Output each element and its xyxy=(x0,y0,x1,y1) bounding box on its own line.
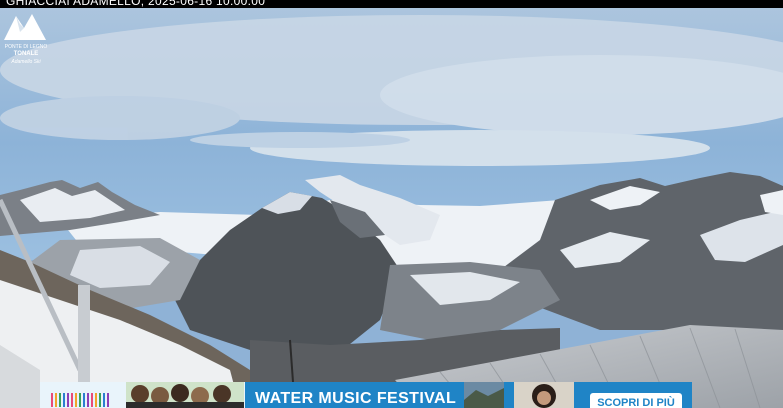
webcam-photo xyxy=(0,0,783,408)
ad-banner[interactable]: WATER MUSIC FESTIVAL SCOPRI DI PIÙ xyxy=(40,382,692,408)
resort-logo: PONTE DI LEGNO TONALE Adamello Ski xyxy=(2,10,50,70)
logo-line-3: Adamello Ski xyxy=(11,59,41,65)
discover-more-button[interactable]: SCOPRI DI PIÙ xyxy=(590,393,682,408)
landscape-photo xyxy=(464,382,574,408)
mountain-logo-icon xyxy=(4,14,46,40)
festival-logo-icon xyxy=(51,393,109,407)
logo-line-1: PONTE DI LEGNO xyxy=(4,44,48,50)
timestamp-caption: GHIACCIAI ADAMELLO, 2025-06-16 10:00:00 xyxy=(6,0,266,8)
caption-bar: GHIACCIAI ADAMELLO, 2025-06-16 10:00:00 xyxy=(0,0,783,8)
performers-photo xyxy=(126,382,244,408)
banner-title: WATER MUSIC FESTIVAL xyxy=(255,390,457,407)
logo-line-2: TONALE xyxy=(13,51,39,57)
